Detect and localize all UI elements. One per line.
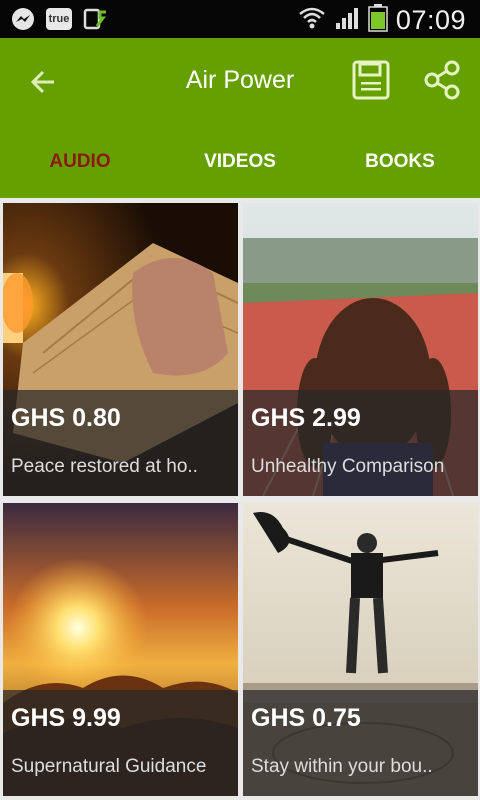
screen-update-icon (82, 6, 108, 32)
status-bar: true 07:09 (0, 0, 480, 38)
grid-item-card[interactable]: GHS 2.99 Unhealthy Comparison (243, 203, 478, 496)
signal-icon (334, 5, 360, 36)
tab-bar: AUDIO VIDEOS BOOKS (0, 126, 480, 198)
item-info-overlay: GHS 2.99 Unhealthy Comparison (243, 390, 478, 496)
grid-item-card[interactable]: GHS 9.99 Supernatural Guidance (3, 503, 238, 796)
item-title: Peace restored at ho.. (11, 456, 198, 477)
tab-audio[interactable]: AUDIO (0, 126, 160, 198)
tab-videos[interactable]: VIDEOS (160, 126, 320, 198)
wifi-icon (298, 5, 326, 36)
item-price: GHS 9.99 (11, 704, 121, 732)
save-icon[interactable] (352, 60, 390, 100)
page-title: Air Power (185, 66, 295, 94)
messenger-icon (10, 6, 36, 32)
battery-icon (368, 4, 388, 37)
item-price: GHS 0.75 (251, 704, 361, 732)
app-bar: Air Power (0, 38, 480, 126)
grid-item-card[interactable]: GHS 0.80 Peace restored at ho.. (3, 203, 238, 496)
item-title: Supernatural Guidance (11, 756, 207, 777)
item-info-overlay: GHS 0.80 Peace restored at ho.. (3, 390, 238, 496)
item-info-overlay: GHS 0.75 Stay within your bou.. (243, 690, 478, 796)
item-title: Unhealthy Comparison (251, 456, 445, 477)
item-title: Stay within your bou.. (251, 756, 433, 777)
tab-books[interactable]: BOOKS (320, 126, 480, 198)
clock: 07:09 (395, 5, 466, 35)
item-info-overlay: GHS 9.99 Supernatural Guidance (3, 690, 238, 796)
item-price: GHS 2.99 (251, 404, 361, 432)
content-grid: GHS 0.80 Peace restored at ho.. GHS 2.99… (0, 198, 480, 800)
item-price: GHS 0.80 (11, 404, 121, 432)
share-icon[interactable] (422, 60, 462, 100)
true-app-icon: true (46, 8, 72, 30)
grid-item-card[interactable]: GHS 0.75 Stay within your bou.. (243, 503, 478, 796)
